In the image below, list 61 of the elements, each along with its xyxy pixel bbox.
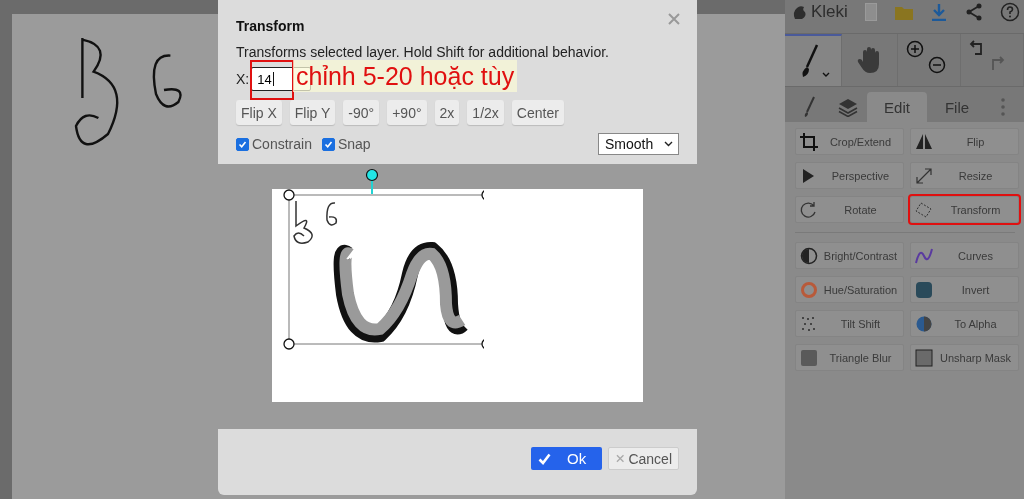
help-icon[interactable] bbox=[999, 2, 1020, 22]
filter-button[interactable]: Rotate bbox=[795, 196, 904, 223]
filter-button[interactable]: Unsharp Mask bbox=[910, 344, 1019, 371]
filter-button[interactable]: Hue/Saturation bbox=[795, 276, 904, 303]
filter-button[interactable]: Resize bbox=[910, 162, 1019, 189]
filter-button[interactable]: Crop/Extend bbox=[795, 128, 904, 155]
checkbox-label: Constrain bbox=[252, 136, 312, 152]
action-button[interactable]: Center bbox=[511, 100, 564, 125]
filter-button[interactable]: Flip bbox=[910, 128, 1019, 155]
zoom-in-icon[interactable] bbox=[906, 40, 925, 58]
close-icon[interactable] bbox=[668, 13, 680, 25]
hue-icon bbox=[800, 280, 818, 299]
close-icon bbox=[616, 454, 625, 463]
zoom-out-icon[interactable] bbox=[928, 56, 947, 74]
ok-button[interactable]: Ok bbox=[531, 447, 602, 470]
crop-icon bbox=[800, 132, 818, 151]
layers-icon bbox=[838, 97, 858, 117]
check-icon bbox=[323, 139, 333, 149]
action-button[interactable]: Flip Y bbox=[289, 100, 336, 125]
annotation-text: chỉnh 5-20 hoặc tùy bbox=[293, 60, 518, 92]
app-name: Kleki bbox=[811, 2, 848, 22]
filter-button[interactable]: To Alpha bbox=[910, 310, 1019, 337]
action-button[interactable]: 1/2x bbox=[467, 100, 504, 125]
checkbox[interactable] bbox=[236, 137, 249, 151]
cancel-button[interactable]: Cancel bbox=[608, 447, 679, 470]
brush-icon bbox=[804, 96, 816, 118]
contrast-icon bbox=[800, 246, 818, 265]
dialog-description: Transforms selected layer. Hold Shift for additional behavior. bbox=[236, 44, 610, 60]
filter-button[interactable]: Tilt Shift bbox=[795, 310, 904, 337]
check-icon bbox=[238, 139, 247, 149]
resize-icon bbox=[915, 166, 933, 185]
checkbox-label: Snap bbox=[337, 136, 371, 152]
action-button[interactable]: 2x bbox=[434, 100, 460, 125]
caret-icon bbox=[664, 141, 673, 147]
tilt-icon bbox=[800, 314, 818, 333]
dialog-title: Transform bbox=[236, 18, 305, 34]
filter-button[interactable]: Invert bbox=[910, 276, 1019, 303]
filter-button[interactable]: Transform bbox=[910, 196, 1019, 223]
filter-button[interactable]: Perspective bbox=[795, 162, 904, 189]
share-icon[interactable] bbox=[965, 3, 983, 21]
rotate-icon bbox=[800, 200, 818, 219]
check-icon bbox=[538, 452, 551, 465]
invert-icon bbox=[915, 280, 933, 299]
curves-icon bbox=[915, 246, 933, 265]
flip-icon bbox=[915, 132, 933, 151]
interpolation-dropdown[interactable]: Smooth bbox=[598, 133, 679, 155]
checkbox[interactable] bbox=[321, 137, 335, 151]
field-label: X: bbox=[236, 71, 250, 87]
brush-tool[interactable] bbox=[785, 34, 842, 86]
unsharp-icon bbox=[915, 348, 933, 367]
action-button[interactable]: +90° bbox=[387, 100, 427, 125]
alpha-icon bbox=[915, 314, 933, 333]
action-button[interactable]: -90° bbox=[343, 100, 380, 125]
action-button[interactable]: Flip X bbox=[236, 100, 282, 125]
filter-button[interactable]: Bright/Contrast bbox=[795, 242, 904, 269]
panel-tab[interactable]: Edit bbox=[867, 92, 927, 122]
filter-button[interactable]: Curves bbox=[910, 242, 1019, 269]
filter-button[interactable]: Triangle Blur bbox=[795, 344, 904, 371]
transform-icon bbox=[915, 200, 933, 219]
panel-tab[interactable]: File bbox=[927, 92, 987, 122]
blur-icon bbox=[800, 348, 818, 367]
